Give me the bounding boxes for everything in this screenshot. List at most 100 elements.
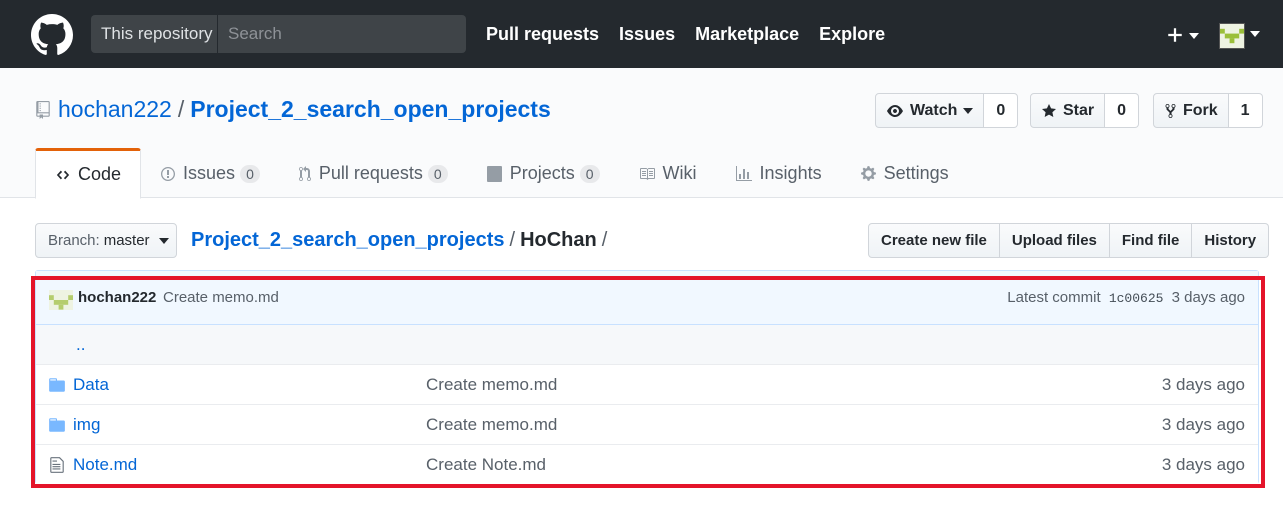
fork-button[interactable]: Fork (1153, 93, 1229, 128)
upload-files-button[interactable]: Upload files (999, 223, 1110, 258)
tab-label: Pull requests (318, 163, 423, 183)
file-age: 3 days ago (1161, 415, 1245, 434)
chevron-down-icon (963, 107, 974, 114)
search-box: This repository (91, 15, 466, 53)
search-scope-label[interactable]: This repository (91, 15, 218, 53)
tab-settings[interactable]: Settings (841, 148, 968, 199)
repo-title: hochan222/Project_2_search_open_projects (58, 96, 551, 123)
fork-group: Fork 1 (1153, 93, 1263, 128)
breadcrumb-root-link[interactable]: Project_2_search_open_projects (191, 229, 505, 251)
repo-name-link[interactable]: Project_2_search_open_projects (190, 96, 551, 122)
file-name-link[interactable]: img (73, 415, 100, 435)
star-count[interactable]: 0 (1105, 93, 1140, 128)
tab-label: Settings (883, 163, 949, 183)
nav-issues[interactable]: Issues (619, 24, 675, 45)
watch-group: Watch 0 (875, 93, 1019, 128)
branch-select-button[interactable]: Branch: master (35, 223, 177, 258)
tab-issues[interactable]: Issues 0 (141, 148, 279, 199)
create-new-file-button[interactable]: Create new file (868, 223, 1000, 258)
avatar[interactable] (49, 290, 73, 310)
folder-icon (49, 378, 65, 392)
path-separator: / (601, 229, 608, 251)
search-input[interactable] (218, 15, 466, 53)
latest-commit-bar: hochan222 Create memo.md Latest commit 1… (36, 271, 1258, 325)
table-row: Data Create memo.md 3 days ago (36, 365, 1258, 405)
find-file-button[interactable]: Find file (1109, 223, 1193, 258)
chevron-down-icon (1189, 33, 1199, 39)
eye-icon (887, 104, 903, 117)
nav-pull-requests[interactable]: Pull requests (486, 24, 599, 45)
fork-label: Fork (1183, 101, 1218, 119)
plus-icon (1168, 28, 1182, 42)
nav-explore[interactable]: Explore (819, 24, 885, 45)
history-button[interactable]: History (1192, 223, 1270, 258)
star-button[interactable]: Star (1030, 93, 1106, 128)
commit-meta: Latest commit 1c00625 3 days ago (1007, 289, 1245, 306)
file-commit-message-link[interactable]: Create memo.md (426, 415, 557, 435)
chevron-down-icon (158, 237, 169, 244)
commit-age: 3 days ago (1171, 289, 1245, 306)
project-icon (486, 165, 502, 182)
global-header: This repository Pull requests Issues Mar… (0, 0, 1283, 68)
file-commit-message-link[interactable]: Create memo.md (426, 375, 557, 395)
tab-projects[interactable]: Projects 0 (467, 148, 619, 199)
folder-icon (49, 418, 65, 432)
graph-icon (735, 165, 752, 181)
file-commit-message-link[interactable]: Create Note.md (426, 455, 546, 475)
breadcrumb: Project_2_search_open_projects / HoChan / (191, 229, 612, 252)
tab-pull-requests[interactable]: Pull requests 0 (279, 148, 467, 199)
star-icon (1042, 103, 1056, 117)
identicon-icon (49, 295, 73, 310)
repo-icon (36, 101, 50, 119)
parent-directory-link[interactable]: .. (76, 335, 85, 355)
watch-button[interactable]: Watch (875, 93, 985, 128)
file-name-link[interactable]: Data (73, 375, 109, 395)
nav-marketplace[interactable]: Marketplace (695, 24, 799, 45)
path-separator: / (177, 96, 185, 122)
table-row: Note.md Create Note.md 3 days ago (36, 445, 1258, 485)
create-new-dropdown[interactable] (1164, 22, 1204, 48)
repo-owner-link[interactable]: hochan222 (58, 96, 172, 122)
watch-label: Watch (910, 101, 958, 119)
repo-header: hochan222/Project_2_search_open_projects… (0, 68, 1283, 199)
commit-author-link[interactable]: hochan222 (78, 289, 156, 306)
file-name-link[interactable]: Note.md (73, 455, 137, 475)
user-avatar[interactable] (1219, 23, 1245, 49)
code-icon (56, 170, 70, 179)
pull-requests-counter: 0 (427, 164, 448, 183)
global-nav: Pull requests Issues Marketplace Explore (486, 0, 905, 68)
tab-code[interactable]: Code (35, 148, 142, 199)
tab-label: Wiki (662, 163, 697, 183)
issues-counter: 0 (240, 164, 260, 183)
branch-label: Branch: (48, 232, 100, 249)
file-actions: Create new file Upload files Find file H… (868, 223, 1270, 258)
latest-commit-label: Latest commit (1007, 289, 1101, 306)
tab-label: Issues (183, 163, 236, 183)
file-table: hochan222 Create memo.md Latest commit 1… (35, 270, 1259, 485)
tab-label: Insights (759, 163, 822, 183)
gear-icon (860, 166, 876, 181)
path-separator: / (509, 229, 516, 251)
tab-label: Code (78, 164, 122, 184)
chevron-down-icon[interactable] (1250, 31, 1260, 37)
commit-sha-link[interactable]: 1c00625 (1109, 291, 1164, 306)
star-label: Star (1063, 101, 1095, 119)
fork-icon (1165, 103, 1176, 118)
watch-count[interactable]: 0 (984, 93, 1019, 128)
file-text-icon (50, 457, 64, 473)
fork-count[interactable]: 1 (1228, 93, 1263, 128)
commit-message-link[interactable]: Create memo.md (163, 289, 279, 306)
identicon-icon (1220, 28, 1244, 44)
pull-request-icon (298, 165, 311, 181)
github-logo-icon[interactable] (31, 14, 73, 56)
file-age: 3 days ago (1161, 375, 1245, 394)
file-age: 3 days ago (1161, 455, 1245, 474)
parent-directory-row: .. (36, 325, 1258, 365)
tab-insights[interactable]: Insights (716, 148, 841, 199)
breadcrumb-current: HoChan (520, 229, 597, 251)
projects-counter: 0 (579, 164, 600, 183)
tab-wiki[interactable]: Wiki (619, 148, 716, 199)
repo-nav-tabs: Code Issues 0 Pull requests 0 Projects 0… (35, 148, 968, 199)
tab-label: Projects (509, 163, 575, 183)
branch-value: master (103, 232, 150, 249)
